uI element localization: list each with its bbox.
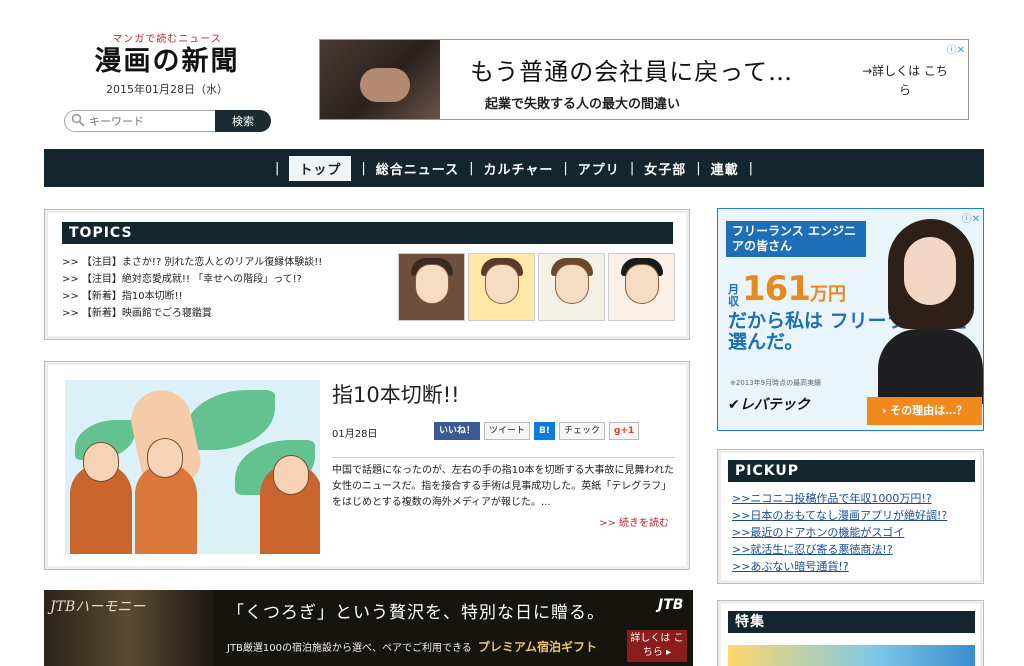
topics-title: TOPICS [62, 222, 673, 244]
feature-box: 特集 [717, 600, 984, 666]
ad-headline: もう普通の会社員に戻って… [470, 58, 794, 86]
read-more-link[interactable]: >> 続きを読む [599, 514, 669, 529]
topic-thumbnail[interactable] [398, 253, 465, 321]
sidebar-ad[interactable]: フリーランス エンジニアの皆さん 月収161万円 だから私は フリーランス を選… [717, 208, 984, 431]
ad-photo: JTBハーモニー [44, 590, 214, 666]
site-logo[interactable]: 漫画の新聞 [62, 45, 272, 79]
pickup-box: PICKUP >>ニコニコ投稿作品で年収1000万円!? >>日本のおもてなし漫… [717, 449, 984, 584]
ad-subline: JTB厳選100の宿泊施設から選べ、ペアでご利用できる プレミアム宿泊ギフト [227, 640, 597, 654]
nav-item-apps[interactable]: アプリ [578, 159, 620, 178]
search-button[interactable]: 検索 [215, 110, 271, 132]
ad-cta-button[interactable]: 詳しくは こちら ▸ [627, 630, 687, 662]
ad-choices-icon[interactable]: ⓘ✕ [962, 210, 980, 225]
article-illustration[interactable] [65, 380, 320, 554]
facebook-like-button[interactable]: いいね！ [434, 422, 481, 440]
ad-model-photo [878, 219, 983, 404]
top-banner-ad[interactable]: もう普通の会社員に戻って… 起業で失敗する人の最大の間違い →詳しくは こちら … [319, 39, 969, 120]
divider [332, 457, 675, 458]
search-field[interactable] [64, 110, 215, 132]
article-date: 01月28日 [332, 429, 378, 440]
pickup-link[interactable]: >>日本のおもてなし漫画アプリが絶好調!? [732, 509, 947, 522]
jtb-logo: JTB [658, 597, 684, 613]
ad-headline: フリーランス エンジニアの皆さん [726, 221, 866, 257]
nav-item-series[interactable]: 連載 [711, 159, 739, 178]
search-bar: 検索 [64, 110, 271, 132]
feature-banner[interactable] [728, 645, 975, 666]
pickup-link[interactable]: >>ニコニコ投稿作品で年収1000万円!? [732, 492, 932, 505]
feature-article: 指10本切断!! 01月28日 いいね！ ツイート B! チェック g+1 中国… [44, 361, 690, 570]
ad-subline: 起業で失敗する人の最大の間違い [485, 97, 681, 112]
topic-link[interactable]: >> 【注目】絶対恋愛成就!! 「幸せへの階段」って!? [62, 271, 322, 288]
pickup-link[interactable]: >>最近のドアホンの機能がスゴイ [732, 526, 904, 539]
topic-thumbnail[interactable] [538, 253, 605, 321]
global-nav: | トップ | 総合ニュース | カルチャー | アプリ | 女子部 | 連載 … [44, 149, 984, 187]
search-icon [71, 112, 85, 131]
topics-list: >> 【注目】まさか!? 別れた恋人とのリアル復縁体験談!! >> 【注目】絶対… [62, 254, 322, 322]
nav-item-girls[interactable]: 女子部 [644, 159, 686, 178]
bottom-banner-ad[interactable]: JTBハーモニー 「くつろぎ」という贅沢を、特別な日に贈る。 JTB厳選100の… [44, 590, 693, 666]
pickup-link[interactable]: >>就活生に忍び寄る悪徳商法!? [732, 543, 893, 556]
nav-item-news[interactable]: 総合ニュース [376, 159, 459, 178]
pickup-title: PICKUP [728, 460, 975, 482]
ad-income: 月収161万円 [728, 269, 846, 309]
current-date: 2015年01月28日（水） [106, 83, 228, 96]
google-plus-button[interactable]: g+1 [609, 422, 640, 440]
levtech-logo: ✔レバテック [728, 397, 810, 413]
ad-photo [320, 40, 440, 119]
article-title[interactable]: 指10本切断!! [332, 379, 460, 409]
topic-link[interactable]: >> 【新着】指10本切断!! [62, 288, 322, 305]
topic-link[interactable]: >> 【注目】まさか!? 別れた恋人とのリアル復縁体験談!! [62, 254, 322, 271]
pickup-link[interactable]: >>あぶない暗号通貨!? [732, 560, 849, 573]
nav-item-culture[interactable]: カルチャー [484, 159, 554, 178]
feature-title: 特集 [728, 611, 975, 633]
ad-more-link[interactable]: →詳しくは こちら [860, 62, 950, 100]
pickup-list: >>ニコニコ投稿作品で年収1000万円!? >>日本のおもてなし漫画アプリが絶好… [732, 490, 947, 575]
topic-thumbnail[interactable] [608, 253, 675, 321]
ad-brand: JTBハーモニー [50, 599, 146, 615]
topic-thumbnail[interactable] [468, 253, 535, 321]
topics-box: TOPICS >> 【注目】まさか!? 別れた恋人とのリアル復縁体験談!! >>… [44, 209, 690, 340]
ad-choices-icon[interactable]: ⓘ✕ [947, 41, 965, 56]
mixi-check-button[interactable]: チェック [559, 422, 606, 440]
search-input[interactable] [89, 114, 209, 128]
ad-headline: 「くつろぎ」という贅沢を、特別な日に贈る。 [227, 603, 605, 623]
site-tagline: マンガで読むニュース [112, 34, 222, 45]
site-brand: マンガで読むニュース 漫画の新聞 2015年01月28日（水） [62, 30, 272, 97]
topic-link[interactable]: >> 【新着】映画館でごろ寝鑑賞 [62, 305, 322, 322]
ad-footnote: ※2013年9月時点の最高実績 [730, 379, 822, 387]
ad-cta-button[interactable]: › その理由は…？ [867, 397, 982, 425]
share-buttons: いいね！ ツイート B! チェック g+1 [434, 422, 640, 440]
nav-item-top[interactable]: トップ [289, 155, 352, 181]
article-summary: 中国で話題になったのが、左右の手の指10本を切断する大事故に見舞われた女性のニュ… [332, 465, 675, 508]
tweet-button[interactable]: ツイート [484, 422, 531, 440]
hatena-bookmark-button[interactable]: B! [534, 422, 555, 440]
topic-thumbnails [398, 253, 675, 321]
